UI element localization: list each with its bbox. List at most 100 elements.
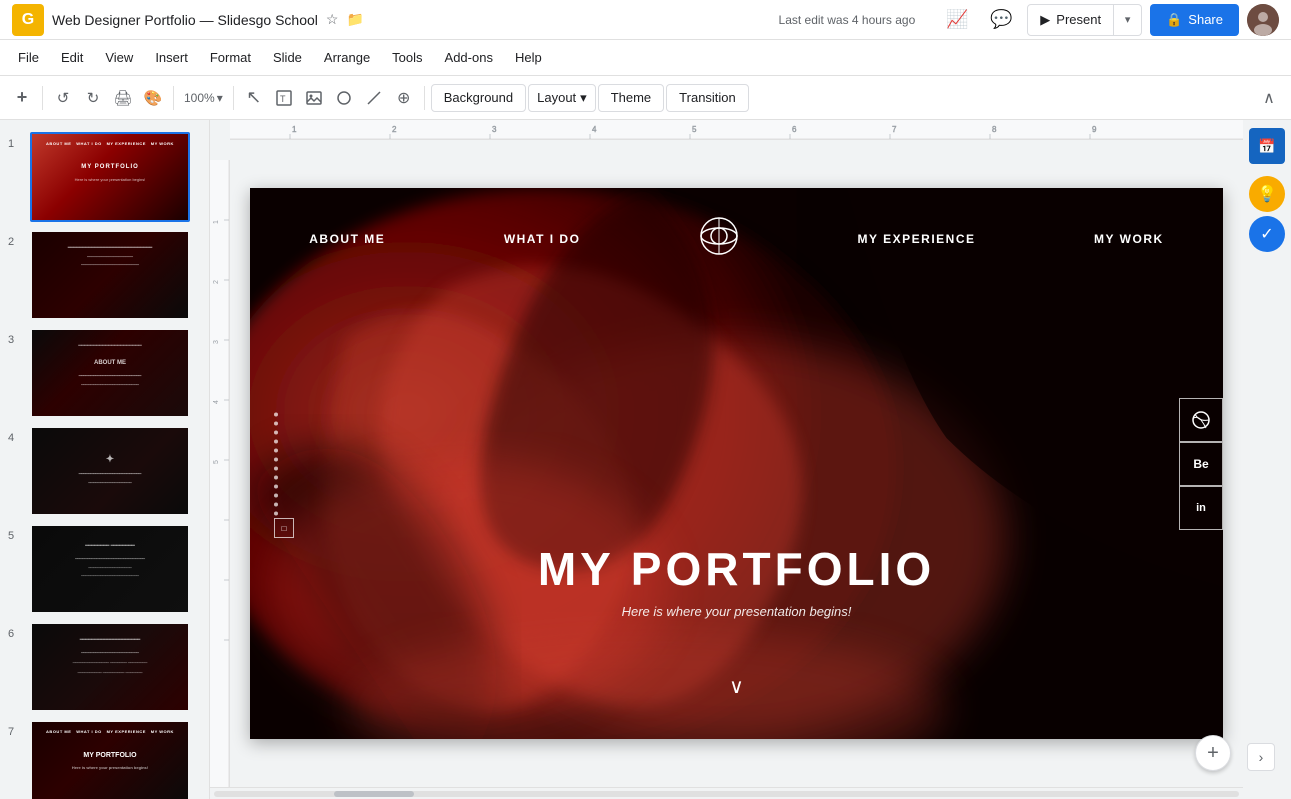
present-dropdown[interactable]: ▾ bbox=[1114, 4, 1142, 36]
redo-button[interactable]: ↻ bbox=[79, 82, 107, 114]
textbox-tool[interactable]: T bbox=[270, 82, 298, 114]
menu-format[interactable]: Format bbox=[200, 46, 261, 69]
nav-my-work: MY WORK bbox=[1094, 232, 1164, 246]
menu-insert[interactable]: Insert bbox=[145, 46, 198, 69]
add-button[interactable]: + bbox=[8, 82, 36, 114]
slide-content-center: MY PORTFOLIO Here is where your presenta… bbox=[250, 542, 1223, 619]
slide-item-7[interactable]: 7 ABOUT ME WHAT I DO MY EXPERIENCE MY WO… bbox=[0, 716, 209, 799]
slide-chevron-down: ∨ bbox=[729, 674, 744, 699]
header-right: 📈 💬 ▶ Present ▾ 🔒 Share bbox=[939, 2, 1279, 38]
menu-tools[interactable]: Tools bbox=[382, 46, 432, 69]
share-button[interactable]: 🔒 Share bbox=[1150, 4, 1239, 36]
nav-my-experience: MY EXPERIENCE bbox=[858, 232, 976, 246]
slide-item-5[interactable]: 5 ━━━━━━━━ ━━━━━━━━ ━━━━━━━━━━━━━━━━━━━━… bbox=[0, 520, 209, 618]
slide-thumb-5: ━━━━━━━━ ━━━━━━━━ ━━━━━━━━━━━━━━━━━━━━━━… bbox=[30, 524, 190, 614]
slide-number-6: 6 bbox=[8, 622, 24, 640]
scrollbar-track bbox=[214, 791, 1239, 797]
main-slide[interactable]: ABOUT ME WHAT I DO MY EXPERIENCE bbox=[250, 188, 1223, 739]
ideas-button[interactable]: 💡 bbox=[1249, 176, 1285, 212]
paint-button[interactable]: 🎨 bbox=[139, 82, 167, 114]
slide-item-2[interactable]: 2 ━━━━━━━━━━━━━━━━━━━━━━━━━━━━ ━━━━━━━━━… bbox=[0, 226, 209, 324]
bottom-scrollbar[interactable] bbox=[210, 787, 1243, 799]
avatar[interactable] bbox=[1247, 4, 1279, 36]
social-linkedin-icon: in bbox=[1179, 486, 1223, 530]
main-layout: 1 ABOUT ME WHAT I DO MY EXPERIENCE MY WO… bbox=[0, 120, 1291, 799]
slide-thumb-4: ✦ ━━━━━━━━━━━━━━━━━━━━━━━━━━ ━━━━━━━━━━━… bbox=[30, 426, 190, 516]
undo-button[interactable]: ↺ bbox=[49, 82, 77, 114]
nav-about-me: ABOUT ME bbox=[309, 232, 385, 246]
shape-tool[interactable] bbox=[330, 82, 358, 114]
slide-corner-icon: □ bbox=[274, 518, 294, 538]
menu-arrange[interactable]: Arrange bbox=[314, 46, 380, 69]
image-tool[interactable] bbox=[300, 82, 328, 114]
add-slide-button[interactable]: + bbox=[1195, 735, 1231, 771]
slide-number-3: 3 bbox=[8, 328, 24, 346]
slide-number-4: 4 bbox=[8, 426, 24, 444]
svg-text:5: 5 bbox=[692, 125, 697, 134]
check-button[interactable]: ✓ bbox=[1249, 216, 1285, 252]
menu-view[interactable]: View bbox=[95, 46, 143, 69]
zoom-button[interactable]: 100% ▾ bbox=[180, 82, 227, 114]
more-tool[interactable]: ⊕ bbox=[390, 82, 418, 114]
star-icon[interactable]: ☆ bbox=[326, 11, 339, 28]
slides-panel: 1 ABOUT ME WHAT I DO MY EXPERIENCE MY WO… bbox=[0, 120, 210, 799]
line-tool[interactable] bbox=[360, 82, 388, 114]
layout-dropdown-icon: ▾ bbox=[580, 90, 587, 106]
svg-text:9: 9 bbox=[1092, 125, 1097, 134]
slide-item-1[interactable]: 1 ABOUT ME WHAT I DO MY EXPERIENCE MY WO… bbox=[0, 128, 209, 226]
collapse-toolbar-button[interactable]: ∧ bbox=[1255, 84, 1283, 112]
theme-label: Theme bbox=[611, 90, 651, 105]
slide-item-6[interactable]: 6 ━━━━━━━━━━━━━━━━━━━━ ━━━━━━━━━━━━━━━━━… bbox=[0, 618, 209, 716]
calendar-button[interactable]: 📅 bbox=[1249, 128, 1285, 164]
menu-slide[interactable]: Slide bbox=[263, 46, 312, 69]
slide-main-subtitle: Here is where your presentation begins! bbox=[250, 604, 1223, 619]
menu-edit[interactable]: Edit bbox=[51, 46, 93, 69]
slide-navigation: ABOUT ME WHAT I DO MY EXPERIENCE bbox=[250, 216, 1223, 262]
svg-text:8: 8 bbox=[992, 125, 997, 134]
title-bar: G Web Designer Portfolio — Slidesgo Scho… bbox=[0, 0, 1291, 40]
folder-icon[interactable]: 📁 bbox=[346, 11, 363, 28]
slide-thumb-2: ━━━━━━━━━━━━━━━━━━━━━━━━━━━━ ━━━━━━━━━━━… bbox=[30, 230, 190, 320]
print-button[interactable]: 🖨 bbox=[109, 82, 137, 114]
svg-text:4: 4 bbox=[592, 125, 597, 134]
theme-button[interactable]: Theme bbox=[598, 84, 664, 112]
lock-icon: 🔒 bbox=[1166, 12, 1182, 28]
present-label: Present bbox=[1056, 12, 1101, 27]
social-dribbble-icon bbox=[1179, 398, 1223, 442]
zoom-level: 100% bbox=[184, 91, 215, 105]
sep4 bbox=[424, 86, 425, 110]
svg-text:2: 2 bbox=[213, 280, 220, 284]
analytics-button[interactable]: 📈 bbox=[939, 2, 975, 38]
expand-panel-button[interactable]: › bbox=[1247, 743, 1275, 771]
menu-file[interactable]: File bbox=[8, 46, 49, 69]
social-behance-icon: Be bbox=[1179, 442, 1223, 486]
sep1 bbox=[42, 86, 43, 110]
slide-item-4[interactable]: 4 ✦ ━━━━━━━━━━━━━━━━━━━━━━━━━━ ━━━━━━━━━… bbox=[0, 422, 209, 520]
background-button[interactable]: Background bbox=[431, 84, 526, 112]
slide-canvas-area[interactable]: ABOUT ME WHAT I DO MY EXPERIENCE bbox=[230, 140, 1243, 787]
app-icon: G bbox=[12, 4, 44, 36]
svg-text:3: 3 bbox=[213, 340, 220, 344]
menu-addons[interactable]: Add-ons bbox=[435, 46, 503, 69]
layout-button[interactable]: Layout ▾ bbox=[528, 84, 596, 112]
slide-thumb-3: ━━━━━━━━━━━━━━━━━━━━━ ABOUT ME ━━━━━━━━━… bbox=[30, 328, 190, 418]
svg-text:7: 7 bbox=[892, 125, 897, 134]
slide-number-1: 1 bbox=[8, 132, 24, 150]
slide-thumb-6: ━━━━━━━━━━━━━━━━━━━━ ━━━━━━━━━━━━━━━━━━━… bbox=[30, 622, 190, 712]
layout-label: Layout bbox=[537, 90, 576, 105]
nav-what-i-do: WHAT I DO bbox=[504, 232, 581, 246]
present-button[interactable]: ▶ Present bbox=[1027, 4, 1114, 36]
comments-button[interactable]: 💬 bbox=[983, 2, 1019, 38]
slide-main-title: MY PORTFOLIO bbox=[250, 542, 1223, 596]
svg-text:6: 6 bbox=[792, 125, 797, 134]
scrollbar-thumb[interactable] bbox=[334, 791, 414, 797]
svg-text:5: 5 bbox=[213, 460, 220, 464]
sep3 bbox=[233, 86, 234, 110]
slide-item-3[interactable]: 3 ━━━━━━━━━━━━━━━━━━━━━ ABOUT ME ━━━━━━━… bbox=[0, 324, 209, 422]
slide-dots bbox=[274, 412, 278, 515]
menu-help[interactable]: Help bbox=[505, 46, 552, 69]
cursor-tool[interactable]: ↖ bbox=[240, 82, 268, 114]
share-label: Share bbox=[1188, 12, 1223, 27]
transition-button[interactable]: Transition bbox=[666, 84, 749, 112]
editor-area: 1 2 3 4 5 6 7 8 9 bbox=[210, 120, 1243, 799]
